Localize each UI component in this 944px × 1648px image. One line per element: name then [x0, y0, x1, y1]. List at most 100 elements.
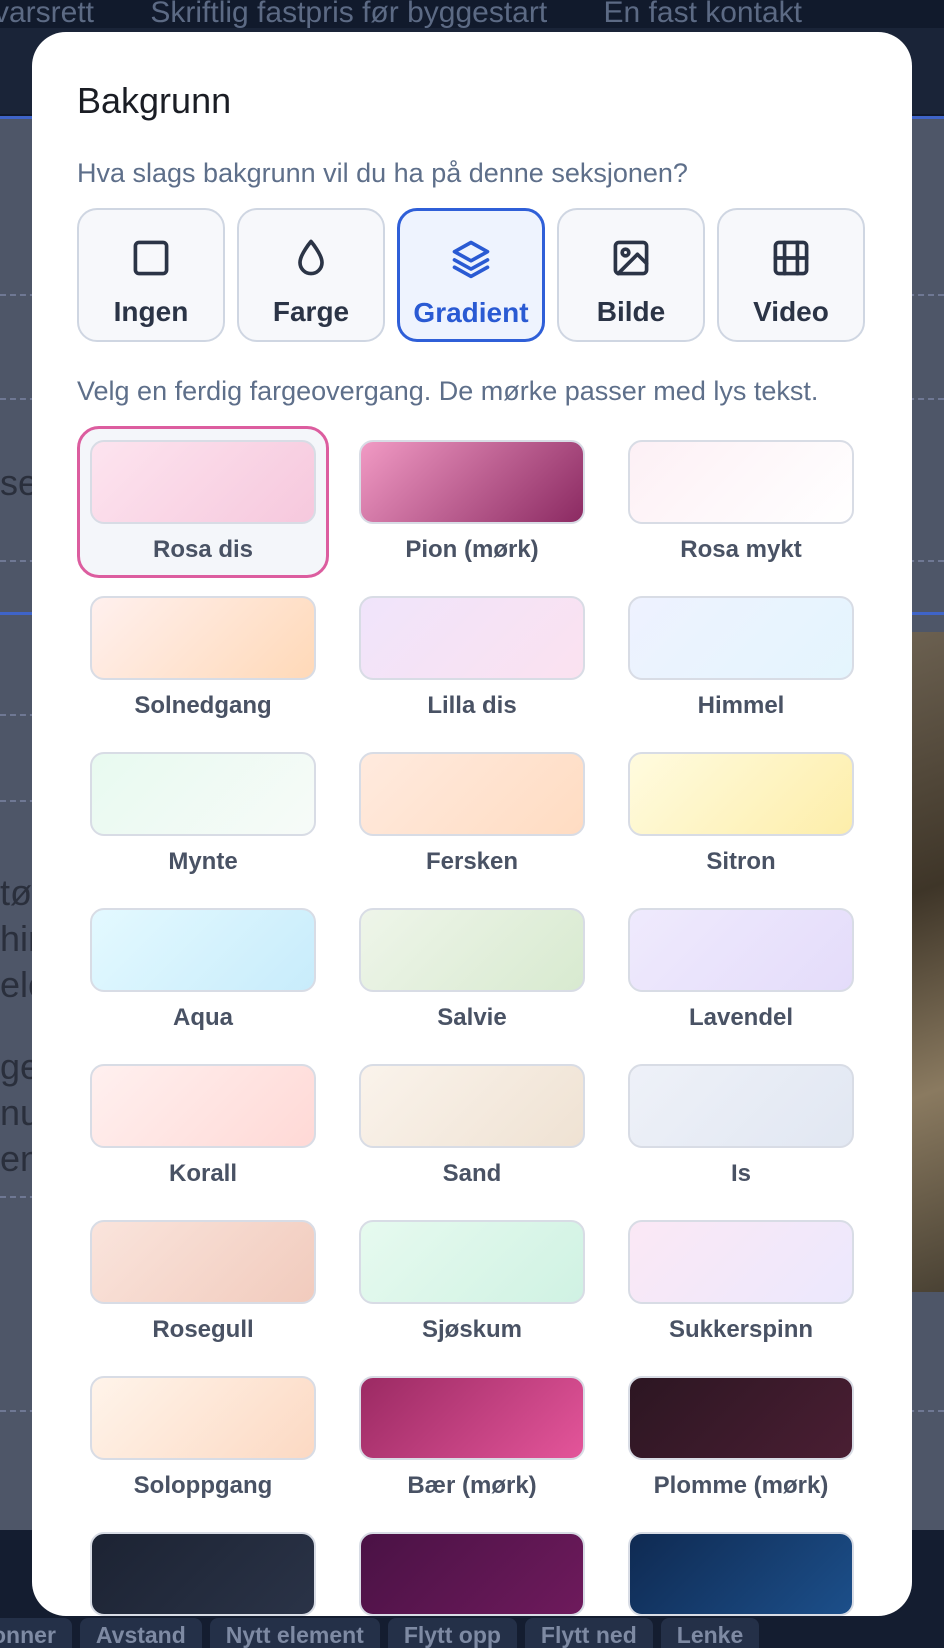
droplet-icon — [298, 239, 324, 276]
type-button-label: Farge — [272, 296, 350, 327]
background-nav-item[interactable]: varsrett — [0, 0, 94, 30]
gradient-option-label: Aqua — [173, 1004, 233, 1031]
gradient-option-label: Bær (mørk) — [407, 1472, 537, 1499]
type-button-color[interactable]: Farge — [237, 208, 385, 342]
gradient-option-label: Korall — [168, 1160, 237, 1187]
gradient-swatch — [90, 440, 316, 524]
gradient-grid: Rosa dis Pion (mørk) Rosa mykt Solnedgang Li… — [77, 426, 881, 1616]
image-icon — [613, 240, 649, 276]
background-nav-item[interactable]: En fast kontakt — [604, 0, 802, 30]
type-button-none[interactable]: Ingen — [77, 208, 225, 342]
gradient-swatch — [359, 596, 585, 680]
gradient-swatch — [359, 752, 585, 836]
gradient-option[interactable]: Plomme (mørk) — [615, 1362, 867, 1514]
editor-toolbar: onner Avstand Nytt element Flytt opp Fly… — [0, 1618, 944, 1648]
gradient-option[interactable] — [77, 1518, 329, 1616]
gradient-option[interactable]: Mynte — [77, 738, 329, 890]
gradient-option-label: Rosa mykt — [680, 536, 802, 563]
gradient-swatch — [90, 1376, 316, 1460]
gradient-swatch — [628, 1376, 854, 1460]
gradient-option-label: Sand — [442, 1160, 502, 1187]
background-type-selector: Ingen Farge Gradient Bilde Video — [77, 208, 867, 342]
type-button-image[interactable]: Bilde — [557, 208, 705, 342]
gradient-swatch — [359, 1532, 585, 1616]
gradient-swatch — [359, 1376, 585, 1460]
gradient-option[interactable]: Sand — [346, 1050, 598, 1202]
gradient-swatch — [90, 752, 316, 836]
background-nav-items: varsrett Skriftlig fastpris før byggesta… — [0, 0, 944, 30]
type-button-gradient[interactable]: Gradient — [397, 208, 545, 342]
gradient-hint: Velg en ferdig fargeovergang. De mørke p… — [77, 376, 819, 406]
gradient-option-label: Fersken — [425, 848, 519, 875]
gradient-option[interactable]: Aqua — [77, 894, 329, 1046]
gradient-option[interactable]: Himmel — [615, 582, 867, 734]
type-button-video[interactable]: Video — [717, 208, 865, 342]
type-button-label: Gradient — [413, 297, 529, 328]
square-icon — [133, 240, 169, 276]
gradient-option[interactable] — [346, 1518, 598, 1616]
type-button-label: Video — [753, 296, 829, 327]
toolbar-button-link[interactable]: Lenke — [660, 1618, 760, 1648]
gradient-swatch — [628, 596, 854, 680]
gradient-option[interactable]: Sukkerspinn — [615, 1206, 867, 1358]
gradient-swatch — [628, 752, 854, 836]
gradient-option[interactable]: Rosa dis — [77, 426, 329, 578]
gradient-option[interactable]: Sitron — [615, 738, 867, 890]
gradient-swatch — [90, 908, 316, 992]
gradient-option-label: Himmel — [697, 692, 785, 719]
gradient-option-label: Rosegull — [152, 1316, 254, 1343]
gradient-swatch — [90, 1532, 316, 1616]
gradient-swatch — [628, 1220, 854, 1304]
gradient-option-label: Pion (mørk) — [405, 536, 539, 563]
toolbar-button[interactable]: onner — [0, 1618, 72, 1648]
gradient-option[interactable]: Bær (mørk) — [346, 1362, 598, 1514]
gradient-option[interactable]: Soloppgang — [77, 1362, 329, 1514]
gradient-swatch — [359, 1220, 585, 1304]
gradient-swatch — [628, 908, 854, 992]
type-button-label: Ingen — [113, 296, 189, 327]
background-modal: Bakgrunn Hva slags bakgrunn vil du ha på… — [32, 32, 912, 1616]
toolbar-button-move-up[interactable]: Flytt opp — [387, 1618, 517, 1648]
modal-title: Bakgrunn — [77, 80, 232, 121]
gradient-option-label: Is — [730, 1160, 751, 1187]
film-icon — [773, 240, 809, 276]
gradient-option[interactable]: Solnedgang — [77, 582, 329, 734]
gradient-option-label: Lilla dis — [427, 692, 517, 719]
gradient-swatch — [90, 1064, 316, 1148]
gradient-swatch — [359, 908, 585, 992]
gradient-option[interactable]: Salvie — [346, 894, 598, 1046]
gradient-option[interactable]: Korall — [77, 1050, 329, 1202]
gradient-swatch — [90, 596, 316, 680]
gradient-option-label: Salvie — [437, 1004, 507, 1031]
gradient-option-label: Sitron — [706, 848, 776, 875]
gradient-option[interactable]: Sjøskum — [346, 1206, 598, 1358]
gradient-option[interactable]: Lavendel — [615, 894, 867, 1046]
gradient-swatch — [628, 440, 854, 524]
type-button-label: Bilde — [596, 296, 666, 327]
background-type-question: Hva slags bakgrunn vil du ha på denne se… — [77, 158, 688, 188]
gradient-option[interactable] — [615, 1518, 867, 1616]
gradient-option-label: Sukkerspinn — [668, 1316, 814, 1343]
gradient-option[interactable]: Is — [615, 1050, 867, 1202]
gradient-option-label: Solnedgang — [134, 692, 272, 719]
gradient-option-label: Lavendel — [688, 1004, 794, 1031]
toolbar-button-new-element[interactable]: Nytt element — [209, 1618, 380, 1648]
gradient-option[interactable]: Lilla dis — [346, 582, 598, 734]
gradient-option-label: Plomme (mørk) — [653, 1472, 829, 1499]
gradient-swatch — [90, 1220, 316, 1304]
gradient-swatch — [628, 1532, 854, 1616]
gradient-option[interactable]: Fersken — [346, 738, 598, 890]
gradient-option-label: Mynte — [168, 848, 238, 875]
gradient-swatch — [359, 440, 585, 524]
toolbar-button-spacing[interactable]: Avstand — [79, 1618, 202, 1648]
background-nav-item[interactable]: Skriftlig fastpris før byggestart — [150, 0, 547, 30]
gradient-option-label: Soloppgang — [133, 1472, 273, 1499]
gradient-option[interactable]: Rosegull — [77, 1206, 329, 1358]
gradient-option-label: Rosa dis — [152, 536, 254, 563]
gradient-option[interactable]: Rosa mykt — [615, 426, 867, 578]
gradient-swatch — [359, 1064, 585, 1148]
toolbar-button-move-down[interactable]: Flytt ned — [524, 1618, 653, 1648]
gradient-option[interactable]: Pion (mørk) — [346, 426, 598, 578]
gradient-option-label: Sjøskum — [421, 1316, 523, 1343]
layers-icon — [452, 240, 490, 279]
